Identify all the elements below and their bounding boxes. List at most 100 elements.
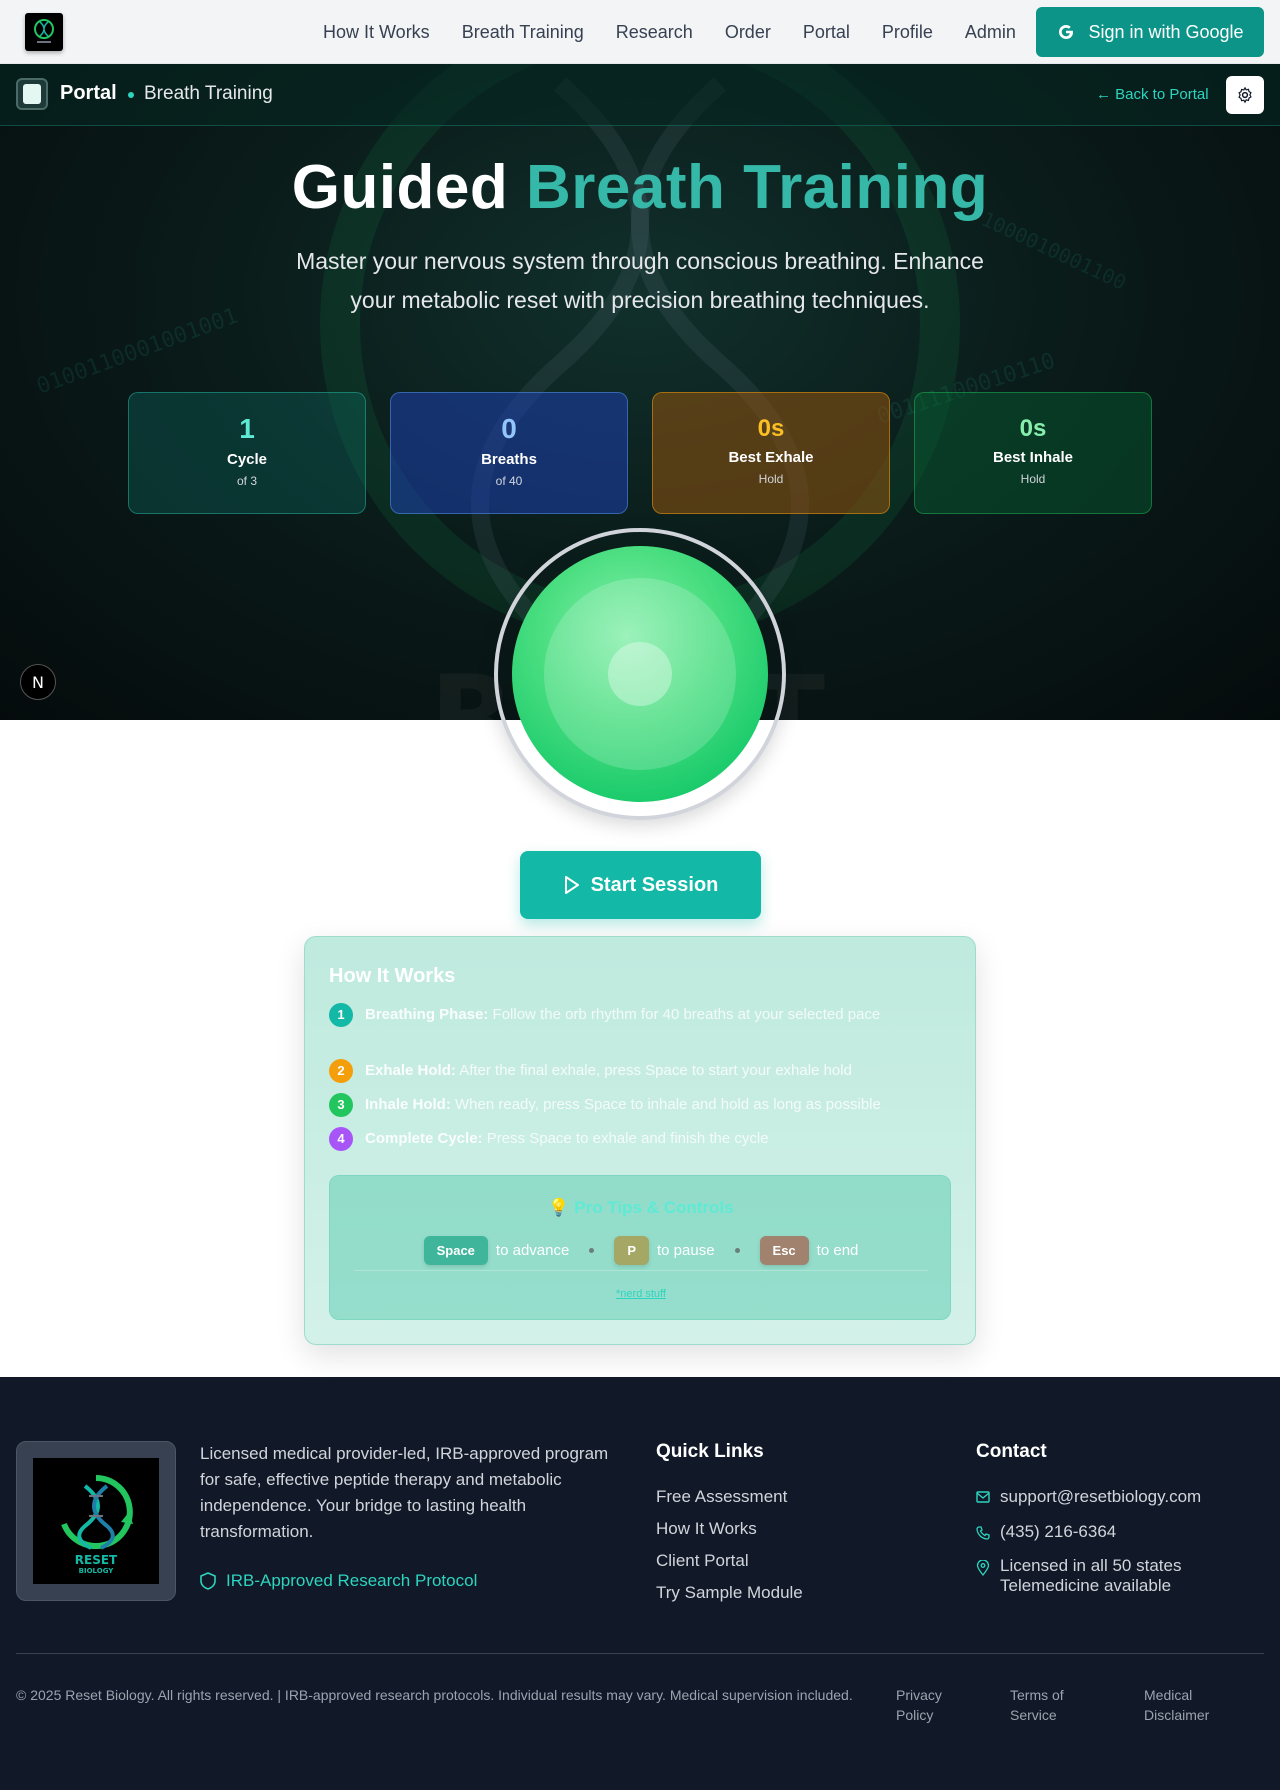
stat-card-best-exhale: 0s Best Exhale Hold [652,392,890,514]
p-key: P [614,1236,649,1265]
footer-link-sample-module[interactable]: Try Sample Module [656,1583,803,1603]
phone-text: (435) 216-6364 [1000,1522,1117,1541]
stat-label: Breaths [481,451,537,468]
title-accent: Breath Training [526,153,989,222]
dev-tools-badge[interactable]: N [20,664,56,700]
license-line-2: Telemedicine available [1000,1576,1172,1595]
nav-link-research[interactable]: Research [616,22,693,43]
step-number: 2 [329,1059,353,1083]
step-item: 1 Breathing Phase: Follow the orb rhythm… [329,1003,929,1027]
step-title: Breathing Phase: [365,1006,489,1023]
phone-icon [976,1526,990,1540]
settings-button[interactable] [1226,76,1264,114]
stat-value: 0s [757,415,785,442]
key-action: to pause [656,1242,715,1259]
nav-link-breath-training[interactable]: Breath Training [462,22,584,43]
sign-in-label: Sign in with Google [1088,21,1244,42]
back-to-portal-link[interactable]: ← Back to Portal [1096,86,1209,103]
keyboard-controls: Space to advance P to pause Esc to end [330,1236,952,1265]
terms-of-service-link[interactable]: Terms of Service [1010,1685,1090,1725]
stat-card-breaths: 0 Breaths of 40 [390,392,628,514]
portal-logo-icon [16,78,48,110]
separator-dot [589,1248,595,1253]
start-session-label: Start Session [590,873,719,896]
site-footer: RESET BIOLOGY Licensed medical provider-… [0,1377,1280,1790]
footer-link-free-assessment[interactable]: Free Assessment [656,1487,787,1507]
medical-disclaimer-link[interactable]: Medical Disclaimer [1144,1685,1234,1725]
nav-link-portal[interactable]: Portal [803,22,850,43]
separator-dot [734,1248,740,1253]
reset-biology-logo-icon: RESET BIOLOGY [61,1475,133,1575]
contact-license: Licensed in all 50 states Telemedicine a… [976,1556,1181,1596]
portal-subtitle: Breath Training [144,83,273,104]
footer-description: Licensed medical provider-led, IRB-appro… [200,1444,609,1541]
hero-subtitle: Master your nervous system through consc… [296,248,984,313]
contact-title: Contact [976,1441,1047,1462]
stat-sub: of 3 [236,474,257,488]
how-it-works-card: How It Works 1 Breathing Phase: Follow t… [304,936,976,1345]
stat-label: Cycle [226,451,268,468]
nav-link-how-it-works[interactable]: How It Works [323,22,430,43]
footer-link-how-it-works[interactable]: How It Works [656,1519,757,1539]
nav-link-order[interactable]: Order [725,22,771,43]
nav-link-admin[interactable]: Admin [965,22,1016,43]
stat-sub: Hold [758,472,784,486]
step-item: 3 Inhale Hold: When ready, press Space t… [329,1093,929,1117]
irb-label: IRB-Approved Research Protocol [226,1571,478,1590]
stat-value: 0 [501,413,517,444]
logo-text-reset: RESET [75,1553,118,1567]
step-text: When ready, press Space to inhale and ho… [455,1096,881,1113]
sign-in-google-button[interactable]: Sign in with Google [1036,7,1264,57]
esc-key: Esc [759,1236,809,1265]
stat-card-cycle: 1 Cycle of 3 [128,392,366,514]
breadcrumb-separator [128,92,134,98]
step-title: Exhale Hold: [365,1062,456,1079]
email-text: support@resetbiology.com [1000,1487,1202,1506]
map-pin-icon [976,1560,990,1576]
copyright-text: © 2025 Reset Biology. All rights reserve… [16,1687,853,1703]
shield-icon [200,1572,216,1590]
how-it-works-title: How It Works [329,965,456,987]
step-text: After the final exhale, press Space to s… [459,1062,852,1079]
nav-links: How It Works Breath Training Research Or… [323,0,1048,64]
play-icon [564,876,579,894]
footer-logo: RESET BIOLOGY [33,1458,159,1584]
space-key: Space [423,1236,488,1265]
portal-title: Portal [60,82,117,104]
stat-label: Best Exhale [728,449,814,466]
stat-label: Best Inhale [992,449,1074,466]
page-title: Guided Breath Training [0,152,1280,223]
footer-link-client-portal[interactable]: Client Portal [656,1551,749,1571]
footer-logo-frame: RESET BIOLOGY [16,1441,176,1601]
irb-protocol-link[interactable]: IRB-Approved Research Protocol [200,1571,477,1591]
step-title: Inhale Hold: [365,1096,451,1113]
key-action: to advance [495,1242,570,1259]
start-session-button[interactable]: Start Session [520,851,761,919]
dna-logo-icon [34,19,54,43]
step-item: 4 Complete Cycle: Press Space to exhale … [329,1127,929,1151]
mail-icon [976,1491,990,1503]
divider [354,1270,928,1271]
step-text: Press Space to exhale and finish the cyc… [486,1130,769,1147]
step-number: 1 [329,1003,353,1027]
site-logo[interactable] [25,13,63,51]
step-title: Complete Cycle: [365,1130,483,1147]
top-navigation: How It Works Breath Training Research Or… [0,0,1280,64]
nav-link-profile[interactable]: Profile [882,22,933,43]
nerd-stuff-link[interactable]: *nerd stuff [330,1288,952,1300]
key-action: to end [816,1242,859,1259]
stat-value: 0s [1019,415,1047,442]
pro-tips-panel: 💡 Pro Tips & Controls Space to advance P… [329,1175,951,1320]
pro-tips-title: 💡 Pro Tips & Controls [548,1198,734,1217]
stat-sub: Hold [1020,472,1046,486]
portal-header-bar: Portal Breath Training ← Back to Portal [0,64,1280,126]
step-text: Follow the orb rhythm for 40 breaths at … [492,1006,881,1023]
contact-email[interactable]: support@resetbiology.com [976,1487,1201,1507]
footer-divider [16,1653,1264,1654]
step-number: 3 [329,1093,353,1117]
stat-sub: of 40 [495,474,523,488]
privacy-policy-link[interactable]: Privacy Policy [896,1685,966,1725]
logo-text-biology: BIOLOGY [79,1567,115,1575]
contact-phone[interactable]: (435) 216-6364 [976,1522,1116,1542]
step-number: 4 [329,1127,353,1151]
